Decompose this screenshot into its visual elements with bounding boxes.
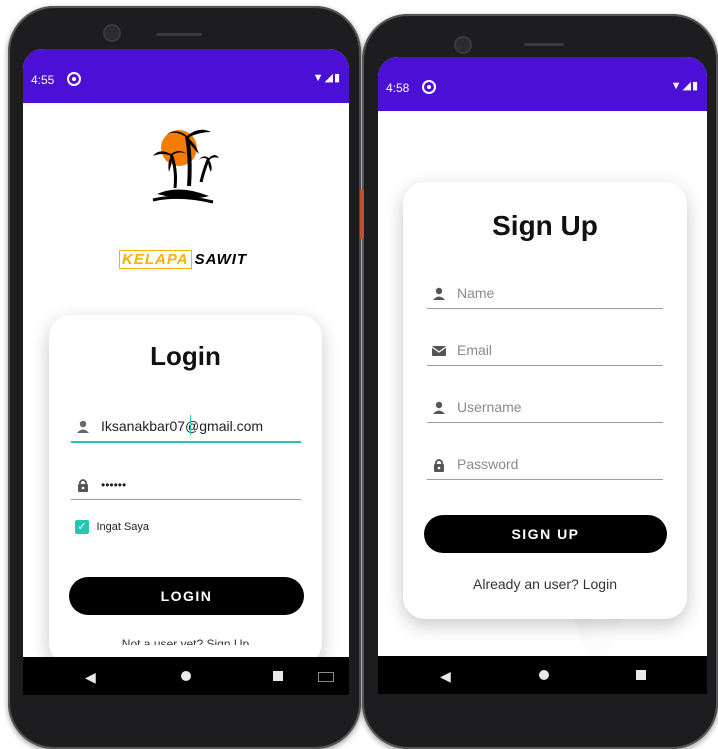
email-field[interactable]: Iksanakbar07@gmail.com [71, 413, 301, 443]
signup-screen: 4:58 ▼◢▮ Sign Up Name Email Username Pas… [378, 57, 707, 694]
navigation-bar: ◀ [23, 657, 349, 695]
front-camera [105, 26, 119, 40]
brand-wordmark: KELAPA SAWIT [119, 250, 248, 269]
back-icon[interactable]: ◀ [440, 668, 451, 685]
signal-battery-icons: ▼◢▮ [312, 72, 341, 84]
status-time: 4:55 [31, 73, 55, 87]
username-placeholder: Username [457, 399, 522, 415]
name-field[interactable]: Name [427, 280, 663, 309]
status-bar: 4:55 ▼◢▮ [23, 49, 349, 103]
lock-icon [78, 479, 88, 492]
login-card: Login Iksanakbar07@gmail.com •••••• ✓ In… [49, 315, 322, 665]
person-icon [77, 420, 89, 433]
checkbox-checked-icon: ✓ [75, 519, 89, 534]
remember-me-checkbox[interactable]: ✓ Ingat Saya [75, 518, 149, 536]
recents-icon[interactable] [273, 671, 283, 681]
signup-card: Sign Up Name Email Username Password SIG… [403, 182, 687, 619]
signup-button[interactable]: SIGN UP [424, 515, 667, 553]
signup-title: Sign Up [492, 210, 598, 241]
lock-icon [434, 459, 444, 472]
home-icon[interactable] [181, 671, 191, 681]
password-field[interactable]: Password [427, 451, 663, 480]
text-cursor [190, 415, 191, 435]
login-button[interactable]: LOGIN [69, 577, 304, 615]
power-button [360, 189, 364, 239]
login-link[interactable]: Already an user? Login [403, 576, 687, 592]
navigation-bar: ◀ [378, 656, 707, 694]
password-value: •••••• [101, 478, 127, 492]
speaker-grille [524, 43, 564, 46]
back-icon[interactable]: ◀ [85, 669, 96, 686]
signup-link-clipped: Not a user yet? Sign Up [49, 637, 322, 645]
brand-kelapa: KELAPA [119, 250, 192, 269]
brand-sawit: SAWIT [194, 251, 248, 268]
password-field[interactable]: •••••• [71, 471, 301, 500]
password-placeholder: Password [457, 456, 519, 472]
username-field[interactable]: Username [427, 394, 663, 423]
login-screen: 4:55 ▼◢▮ KELAPASAWIT Login Iksanakbar07 [23, 49, 349, 695]
home-icon[interactable] [539, 670, 549, 680]
app-notification-icon [422, 80, 436, 94]
mail-icon [431, 346, 447, 356]
person-icon [433, 287, 445, 300]
speaker-grille [156, 33, 202, 36]
keyboard-icon[interactable] [318, 672, 334, 682]
phone-frame-right: 4:58 ▼◢▮ Sign Up Name Email Username Pas… [360, 14, 718, 749]
phone-frame-left: 4:55 ▼◢▮ KELAPASAWIT Login Iksanakbar07 [8, 6, 361, 749]
login-title: Login [150, 341, 221, 371]
signal-battery-icons: ▼◢▮ [670, 80, 699, 92]
app-notification-icon [67, 72, 81, 86]
status-time: 4:58 [386, 81, 410, 95]
signup-link[interactable]: Not a user yet? Sign Up [122, 637, 249, 645]
email-field[interactable]: Email [427, 337, 663, 366]
status-bar: 4:58 ▼◢▮ [378, 57, 707, 111]
person-icon [433, 401, 445, 414]
recents-icon[interactable] [636, 670, 646, 680]
front-camera [456, 38, 470, 52]
name-placeholder: Name [457, 285, 495, 301]
email-placeholder: Email [457, 342, 493, 358]
remember-label: Ingat Saya [96, 520, 150, 533]
palm-island-logo [152, 129, 219, 204]
email-value: Iksanakbar07@gmail.com [101, 418, 264, 434]
